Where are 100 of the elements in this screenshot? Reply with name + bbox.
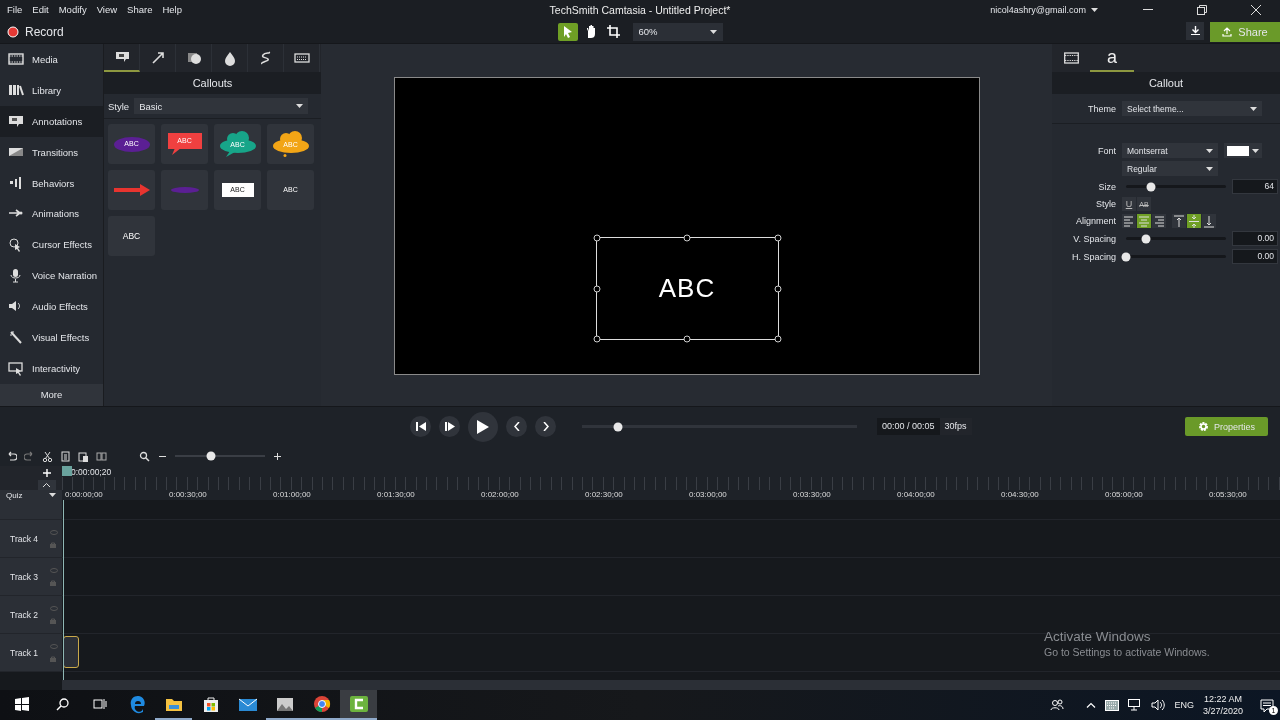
sidebar-item[interactable]: Library	[0, 74, 103, 106]
zoom-dropdown[interactable]: 60%	[632, 22, 723, 41]
next-button[interactable]	[535, 416, 556, 437]
browser-logo-icon	[311, 694, 332, 714]
callout-tile[interactable]	[161, 170, 208, 210]
horizontal-scrollbar[interactable]	[62, 680, 1280, 690]
size-field[interactable]: 64	[1232, 179, 1278, 194]
callout-tile[interactable]	[108, 170, 155, 210]
more-button[interactable]: More	[0, 384, 103, 406]
align-right-button[interactable]	[1152, 214, 1166, 228]
previous-button[interactable]	[506, 416, 527, 437]
resize-handle[interactable]	[774, 234, 781, 242]
restore-icon	[1197, 5, 1207, 15]
step-back-button[interactable]	[410, 416, 431, 437]
split-button[interactable]	[96, 450, 107, 462]
keyboard-icon[interactable]	[1105, 699, 1120, 711]
step-forward-button[interactable]	[439, 416, 460, 437]
film-icon	[8, 51, 24, 67]
quiz-dropdown[interactable]: Quiz	[0, 490, 62, 500]
time-display: 00:00 / 00:05	[881, 420, 936, 433]
spacing-field[interactable]: 0.00	[1232, 249, 1278, 264]
resize-handle[interactable]	[774, 335, 781, 343]
language-indicator[interactable]: ENG	[1174, 700, 1194, 710]
sidebar-item[interactable]: Annotations	[0, 105, 103, 137]
plus-icon	[42, 468, 51, 477]
menu-item[interactable]: Modify	[53, 0, 92, 20]
resize-handle[interactable]	[774, 285, 781, 292]
copy-icon	[60, 450, 71, 462]
collapse-button[interactable]	[37, 479, 56, 490]
track-label: Track 1	[10, 647, 39, 658]
slider-thumb[interactable]	[1141, 234, 1151, 243]
pointer-tool[interactable]	[557, 22, 578, 41]
sidebar-item[interactable]: Animations	[0, 198, 103, 230]
cut-button[interactable]	[42, 450, 53, 462]
theme-dropdown[interactable]: Select theme...	[1122, 101, 1262, 116]
style-label: Style	[1095, 199, 1116, 209]
sidebar-item[interactable]: Behaviors	[0, 167, 103, 199]
time-label: 0:04:00;00	[897, 490, 936, 500]
taskbar-app[interactable]	[340, 690, 377, 720]
menu-item[interactable]: Edit	[27, 0, 54, 20]
style-dropdown[interactable]: Basic	[134, 98, 309, 114]
plus-button[interactable]	[272, 450, 283, 462]
font-color-picker[interactable]	[1224, 143, 1262, 158]
download-button[interactable]	[1186, 21, 1204, 40]
record-button[interactable]: Record	[0, 24, 558, 39]
font-dropdown[interactable]: Montserrat	[1122, 143, 1218, 158]
download-icon	[1190, 26, 1200, 35]
resize-handle[interactable]	[593, 234, 600, 242]
time-label: 0:02:00;00	[481, 490, 520, 500]
callout-tile[interactable]: ABC	[108, 216, 155, 256]
sidebar-item[interactable]: Visual Effects	[0, 322, 103, 354]
scrubber-thumb[interactable]	[613, 422, 623, 431]
menu-item[interactable]: Share	[122, 0, 158, 20]
track-label: Track 4	[10, 533, 39, 544]
activation-text: Go to Settings to activate Windows.	[1044, 646, 1210, 658]
sidebar-item[interactable]: Media	[0, 44, 103, 75]
network-icon[interactable]	[1128, 699, 1143, 711]
underline-button[interactable]: U	[1122, 197, 1136, 211]
valign-top-button[interactable]	[1172, 214, 1186, 228]
valign-bottom-button[interactable]	[1202, 214, 1216, 228]
sidebar-item[interactable]: Interactivity	[0, 353, 103, 384]
chevron-up-icon[interactable]	[1086, 702, 1097, 708]
style-label: Style	[108, 100, 130, 112]
microphone-icon	[8, 268, 24, 284]
align-bottom-icon	[1202, 214, 1216, 228]
people-icon[interactable]	[1050, 699, 1065, 711]
paste-button[interactable]	[78, 450, 89, 462]
weight-dropdown[interactable]: Regular	[1122, 161, 1218, 176]
sidebar-item[interactable]: Transitions	[0, 136, 103, 168]
time-label: 0:00:30;00	[169, 490, 208, 500]
resize-handle[interactable]	[683, 335, 691, 343]
play-button[interactable]	[468, 411, 498, 442]
align-left-button[interactable]	[1122, 214, 1136, 228]
menu-item[interactable]: File	[2, 0, 28, 20]
copy-button[interactable]	[60, 450, 71, 462]
redo-button[interactable]	[24, 450, 35, 462]
add-track-button[interactable]	[42, 468, 51, 477]
time-label: 0:02:30;00	[585, 490, 624, 500]
slider-thumb[interactable]	[1121, 252, 1131, 261]
resize-handle[interactable]	[593, 285, 600, 292]
slider-thumb[interactable]	[1146, 182, 1156, 191]
slider-thumb[interactable]	[206, 451, 216, 461]
sidebar-item[interactable]: Audio Effects	[0, 291, 103, 323]
undo-icon	[6, 450, 17, 462]
volume-icon[interactable]	[1151, 699, 1166, 711]
search-button[interactable]	[139, 450, 150, 462]
resize-handle[interactable]	[593, 335, 600, 343]
activation-title: Activate Windows	[1044, 629, 1152, 644]
account-name[interactable]: nicol4ashry@gmail.com	[990, 5, 1086, 15]
playhead-marker[interactable]	[62, 466, 72, 476]
window-title: TechSmith Camtasia - Untitled Project*	[549, 4, 731, 16]
clock[interactable]: 12:22 AM 3/27/2020	[1202, 693, 1243, 717]
spacing-field[interactable]: 0.00	[1232, 231, 1278, 246]
sidebar-item[interactable]: Cursor Effects	[0, 229, 103, 261]
align-top-icon	[1172, 214, 1186, 228]
resize-handle[interactable]	[683, 234, 691, 242]
menu-item[interactable]: View	[91, 0, 123, 20]
menu-item[interactable]: Help	[157, 0, 187, 20]
undo-button[interactable]	[6, 450, 17, 462]
sidebar-item[interactable]: Voice Narration	[0, 260, 103, 292]
